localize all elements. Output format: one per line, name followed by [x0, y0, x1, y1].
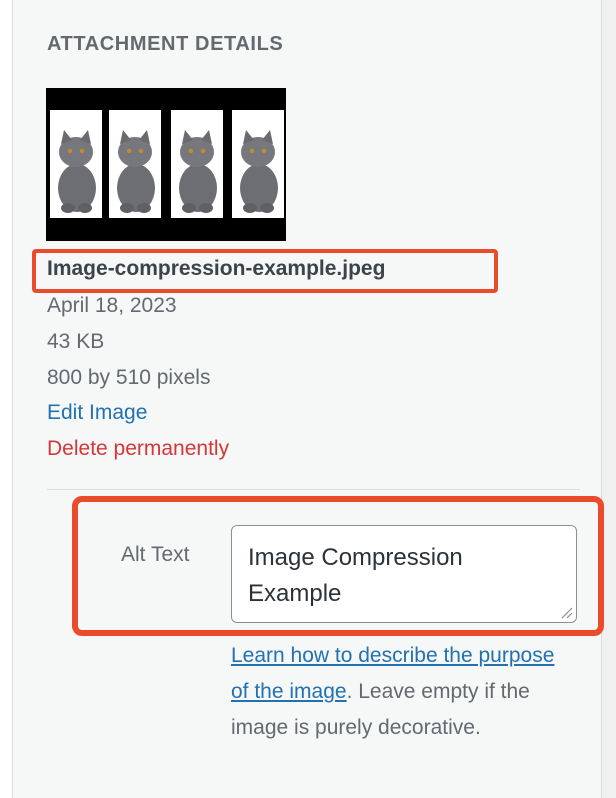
panel-right-edge	[601, 0, 616, 798]
cat-image-icon	[240, 130, 278, 213]
attachment-thumbnail[interactable]	[46, 88, 286, 241]
alt-text-help: Learn how to describe the purpose of the…	[231, 638, 576, 746]
cat-frame-3	[171, 110, 223, 218]
cat-image-icon	[117, 130, 155, 213]
section-divider	[47, 489, 580, 490]
alt-text-value: Image Compression Example	[248, 544, 463, 607]
upload-date: April 18, 2023	[47, 294, 177, 317]
attachment-details-heading: ATTACHMENT DETAILS	[47, 33, 284, 55]
delete-permanently-link[interactable]: Delete permanently	[47, 437, 229, 461]
file-size: 43 KB	[47, 330, 105, 353]
edit-image-link[interactable]: Edit Image	[47, 401, 147, 425]
cat-frame-4	[232, 110, 284, 218]
image-dimensions: 800 by 510 pixels	[47, 366, 211, 389]
alt-text-label: Alt Text	[121, 543, 190, 566]
cat-image-icon	[58, 130, 96, 213]
file-name: Image-compression-example.jpeg	[47, 257, 386, 280]
cat-frame-2	[109, 110, 161, 218]
cat-image-icon	[179, 130, 217, 213]
cat-frame-1	[50, 110, 102, 218]
alt-text-input[interactable]: Image Compression Example	[231, 525, 577, 623]
resize-handle-icon[interactable]	[559, 605, 573, 619]
